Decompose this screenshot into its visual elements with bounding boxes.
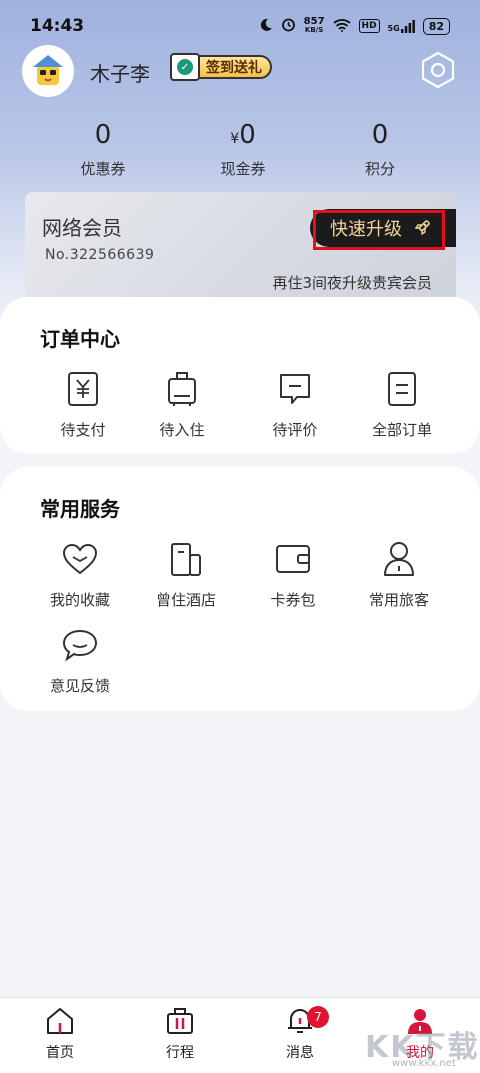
service-item-label: 意见反馈	[49, 677, 110, 695]
avatar-house-icon	[33, 55, 63, 85]
order-pending-review[interactable]: 待评价	[245, 369, 345, 440]
wallet-icon	[273, 539, 313, 579]
services-section: 常用服务 我的收藏 曾住酒店 卡券包 常用旅客 意见反馈	[0, 467, 480, 711]
signal-icon: 5G	[387, 19, 415, 33]
stat-label: 优惠券	[80, 160, 126, 178]
order-item-label: 待入住	[159, 421, 205, 439]
order-center-section: 订单中心 待支付 待入住 待评价 全部订单	[0, 297, 480, 454]
service-card-wallet[interactable]: 卡券包	[243, 539, 343, 610]
feedback-icon	[60, 625, 100, 665]
status-bar: 14:43 857 KB/S HD 5G 82	[0, 0, 480, 52]
order-item-label: 全部订单	[371, 421, 432, 439]
services-title: 常用服务	[40, 497, 120, 521]
stats-row: 0 优惠券 ¥0 现金券 0 积分	[0, 120, 480, 179]
wifi-icon	[332, 18, 351, 35]
order-item-label: 待评价	[272, 421, 318, 439]
settings-button[interactable]	[416, 48, 460, 92]
person-icon	[379, 539, 419, 579]
nav-home[interactable]: 首页	[0, 998, 120, 1073]
message-count-badge: 7	[307, 1006, 329, 1028]
comment-icon	[275, 369, 315, 409]
nav-messages[interactable]: 7 消息	[240, 998, 360, 1073]
stat-coupons[interactable]: 0 优惠券	[0, 120, 206, 179]
service-item-label: 曾住酒店	[155, 591, 216, 609]
heart-icon	[60, 539, 100, 579]
net-speed-unit: KB/S	[304, 26, 324, 34]
stat-value: ¥0	[230, 120, 256, 150]
battery-indicator: 82	[422, 17, 450, 35]
stat-points[interactable]: 0 积分	[280, 120, 480, 179]
service-item-label: 卡券包	[270, 591, 316, 609]
status-icons: 857 KB/S HD 5G 82	[259, 17, 450, 35]
order-list-icon	[382, 369, 422, 409]
username[interactable]: 木子李	[90, 58, 150, 87]
upgrade-label: 快速升级	[330, 219, 402, 240]
moon-icon	[259, 18, 273, 35]
member-number: No.322566639	[45, 247, 155, 263]
service-item-label: 常用旅客	[368, 591, 429, 609]
hotel-icon	[166, 539, 206, 579]
hd-indicator: HD	[358, 19, 380, 33]
home-icon	[47, 1008, 73, 1034]
net-speed-value: 857	[303, 16, 325, 27]
nav-label: 首页	[46, 1045, 74, 1061]
rocket-icon	[414, 220, 430, 236]
calendar-check-icon: ✓	[170, 53, 200, 81]
member-card[interactable]: 网络会员 No.322566639 快速升级 再住3间夜升级贵宾会员	[25, 192, 456, 312]
stat-value: 0	[371, 120, 389, 150]
network-type: 5G	[387, 23, 400, 33]
yen-receipt-icon	[63, 369, 103, 409]
order-pending-payment[interactable]: 待支付	[33, 369, 133, 440]
order-center-title: 订单中心	[40, 327, 120, 351]
nav-label: 消息	[286, 1045, 314, 1061]
nav-trips[interactable]: 行程	[120, 998, 240, 1073]
signin-gift-button[interactable]: ✓ 签到送礼	[170, 53, 274, 81]
stat-cash-coupons[interactable]: ¥0 现金券	[206, 120, 280, 179]
service-frequent-travelers[interactable]: 常用旅客	[349, 539, 449, 610]
watermark-url: www.kkx.net	[392, 1058, 456, 1069]
order-item-label: 待支付	[60, 421, 106, 439]
stat-label: 积分	[364, 160, 395, 178]
quick-upgrade-button[interactable]: 快速升级	[310, 209, 456, 247]
luggage-icon	[162, 369, 202, 409]
upgrade-hint: 再住3间夜升级贵宾会员	[272, 274, 432, 292]
gear-icon	[421, 51, 455, 89]
nav-label: 行程	[166, 1045, 194, 1061]
order-all[interactable]: 全部订单	[352, 369, 452, 440]
service-feedback[interactable]: 意见反馈	[30, 625, 130, 696]
alarm-icon	[281, 17, 296, 35]
signin-label: 签到送礼	[196, 55, 272, 79]
order-pending-checkin[interactable]: 待入住	[132, 369, 232, 440]
stat-value: 0	[94, 120, 112, 150]
suitcase-icon	[167, 1008, 193, 1034]
status-time: 14:43	[30, 16, 85, 36]
service-favorites[interactable]: 我的收藏	[30, 539, 130, 610]
service-past-hotels[interactable]: 曾住酒店	[136, 539, 236, 610]
net-speed: 857 KB/S	[304, 17, 325, 35]
stat-label: 现金券	[220, 160, 266, 178]
avatar[interactable]	[22, 45, 74, 97]
member-level-title: 网络会员	[42, 216, 122, 240]
service-item-label: 我的收藏	[49, 591, 110, 609]
